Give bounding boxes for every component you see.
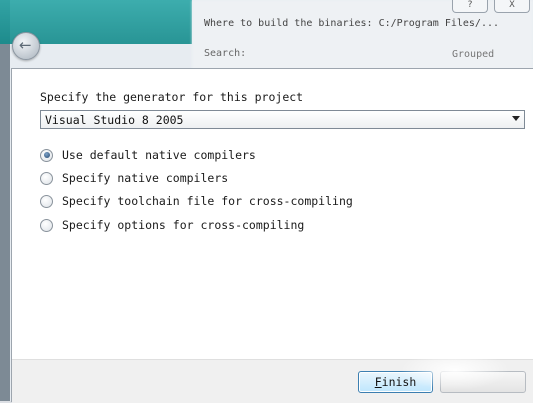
- option-label: Specify toolchain file for cross-compili…: [62, 194, 353, 208]
- back-button[interactable]: ←: [12, 32, 40, 60]
- radio-icon-selected[interactable]: [40, 148, 53, 162]
- option-toolchain-file[interactable]: Specify toolchain file for cross-compili…: [40, 193, 353, 209]
- build-directory-label: Where to build the binaries: C:/Program …: [204, 18, 500, 29]
- option-native-compilers[interactable]: Specify native compilers: [40, 170, 228, 186]
- radio-icon[interactable]: [40, 194, 53, 208]
- window-controls: ? X: [452, 0, 530, 13]
- help-button[interactable]: ?: [452, 0, 488, 13]
- option-cross-compile-options[interactable]: Specify options for cross-compiling: [40, 217, 304, 233]
- back-arrow-icon: ←: [19, 36, 32, 54]
- dialog-content: Specify the generator for this project V…: [12, 69, 533, 359]
- background-left-panel: [0, 0, 10, 401]
- radio-icon[interactable]: [40, 171, 53, 185]
- generator-prompt: Specify the generator for this project: [40, 90, 304, 104]
- option-default-compilers[interactable]: Use default native compilers: [40, 147, 256, 163]
- radio-icon[interactable]: [40, 218, 53, 232]
- grouped-checkbox-label[interactable]: Grouped: [452, 49, 494, 60]
- generator-select[interactable]: Visual Studio 8 2005: [40, 110, 525, 129]
- generator-select-value: Visual Studio 8 2005: [45, 113, 184, 127]
- option-label: Specify native compilers: [62, 171, 229, 185]
- option-label: Use default native compilers: [62, 148, 256, 162]
- finish-mnemonic: F: [374, 375, 382, 389]
- option-label: Specify options for cross-compiling: [62, 218, 305, 232]
- chevron-down-icon: [512, 116, 520, 121]
- watermark-overlay: [400, 350, 510, 390]
- search-label: Search:: [204, 48, 247, 59]
- close-button[interactable]: X: [494, 0, 530, 13]
